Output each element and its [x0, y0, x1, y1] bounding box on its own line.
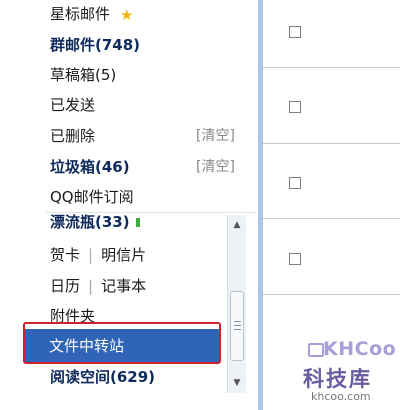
mail-checkbox[interactable] [289, 101, 301, 113]
folder-starred-label: 星标邮件 [50, 5, 111, 23]
app-reading-space-label: 阅读空间(629) [50, 368, 156, 386]
folder-deleted-label: 已删除 [50, 127, 96, 145]
watermark-url: khcoo.com [311, 390, 371, 403]
watermark-brand: KHCoo [323, 338, 397, 360]
app-drift-bottle-label: 漂流瓶(33) [50, 213, 130, 231]
folder-sidebar: 星标邮件 ★ 群邮件(748) 草稿箱(5) 已发送 已删除 [清空] 垃圾箱(… [0, 0, 258, 410]
watermark-name: 科技库 [303, 367, 372, 391]
row-divider [263, 218, 400, 219]
apps-scroll-panel: 漂流瓶(33) 贺卡 | 明信片 日历 | 记事本 附件夹 阅读空间(629) [0, 213, 246, 410]
folder-starred[interactable]: 星标邮件 [50, 2, 110, 26]
folder-spam-label: 垃圾箱(46) [50, 158, 130, 176]
folder-spam[interactable]: 垃圾箱(46) [50, 155, 130, 179]
row-divider [263, 143, 400, 144]
grip-line [234, 321, 241, 322]
annotation-highlight-box [23, 322, 221, 364]
folder-group-mail[interactable]: 群邮件(748) [50, 33, 140, 57]
separator: | [88, 246, 94, 264]
clear-spam-link[interactable]: [清空] [196, 155, 235, 179]
apps-scrollbar[interactable]: ▲ ▼ [227, 215, 246, 393]
app-notepad[interactable]: 记事本 [101, 277, 146, 295]
app-postcard[interactable]: 明信片 [101, 246, 146, 264]
mail-checkbox[interactable] [289, 26, 301, 38]
mail-checkbox[interactable] [289, 177, 301, 189]
app-calendar-row: 日历 | 记事本 [50, 274, 146, 298]
battery-icon [135, 218, 140, 227]
folder-group-mail-label: 群邮件(748) [50, 36, 141, 54]
folder-deleted[interactable]: 已删除 [50, 124, 95, 148]
separator: | [88, 277, 94, 295]
folder-qq-subscribe[interactable]: QQ邮件订阅 [50, 185, 134, 209]
row-divider [263, 294, 400, 295]
app-reading-space[interactable]: 阅读空间(629) [50, 365, 155, 389]
mail-checkbox[interactable] [289, 253, 301, 265]
mail-client-window: 星标邮件 ★ 群邮件(748) 草稿箱(5) 已发送 已删除 [清空] 垃圾箱(… [0, 0, 400, 410]
app-drift-bottle[interactable]: 漂流瓶(33) [50, 213, 140, 234]
star-icon: ★ [120, 6, 134, 24]
app-calendar[interactable]: 日历 [50, 277, 80, 295]
folder-drafts-label: 草稿箱(5) [50, 66, 117, 84]
book-icon [308, 343, 324, 357]
app-greeting-card[interactable]: 贺卡 [50, 246, 80, 264]
folder-sent-label: 已发送 [50, 96, 96, 114]
scroll-up-icon[interactable]: ▲ [228, 217, 246, 233]
row-divider [263, 67, 400, 68]
folder-sent[interactable]: 已发送 [50, 93, 95, 117]
scroll-down-icon[interactable]: ▼ [228, 375, 246, 391]
grip-line [234, 325, 241, 326]
folder-drafts[interactable]: 草稿箱(5) [50, 63, 116, 87]
folder-qq-subscribe-label: QQ邮件订阅 [50, 188, 134, 206]
clear-deleted-link[interactable]: [清空] [196, 124, 235, 148]
scroll-thumb[interactable] [230, 291, 244, 361]
app-cards-row: 贺卡 | 明信片 [50, 243, 146, 267]
watermark-logo: KHCoo 科技库 khcoo.com [303, 338, 397, 404]
grip-line [234, 329, 241, 330]
